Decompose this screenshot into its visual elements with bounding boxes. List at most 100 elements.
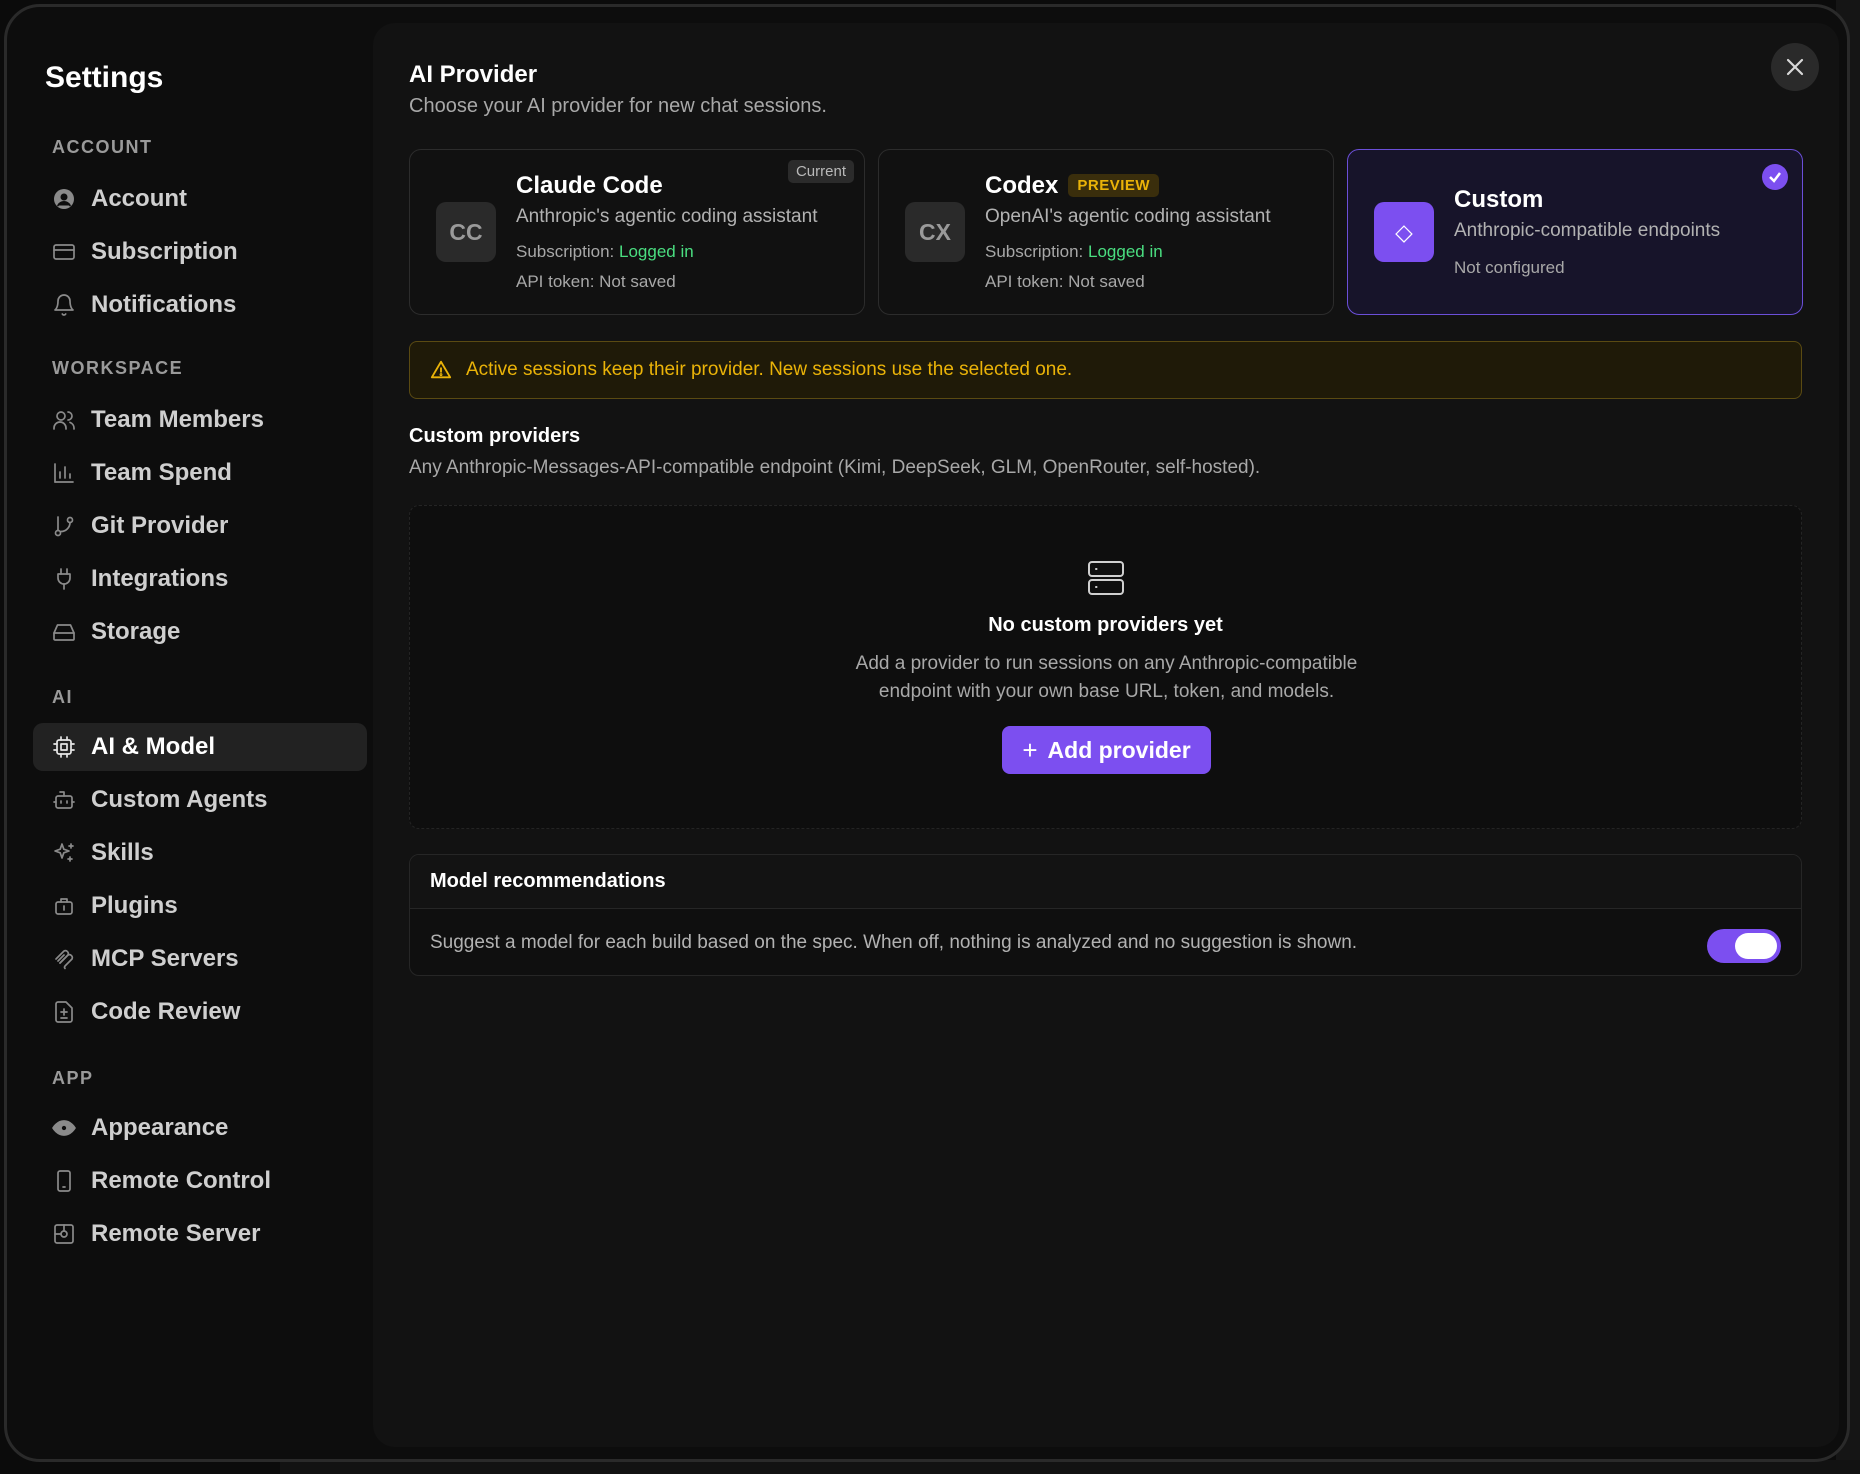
alert-text: Active sessions keep their provider. New… (466, 359, 1073, 380)
custom-providers-empty-state: No custom providers yet Add a provider t… (409, 505, 1802, 829)
preview-badge: PREVIEW (1068, 174, 1160, 197)
add-provider-button[interactable]: + Add provider (1002, 726, 1211, 774)
page-title: AI Provider (409, 61, 538, 88)
bar-chart-icon (51, 460, 77, 486)
sidebar-item-label: Team Spend (91, 459, 232, 486)
model-recommendations-header: Model recommendations (410, 855, 1801, 909)
group-label-workspace: WORKSPACE (52, 358, 184, 378)
bell-icon (51, 292, 77, 318)
model-recommendations-panel: Model recommendations Suggest a model fo… (409, 854, 1802, 976)
hard-drive-icon (51, 619, 77, 645)
bot-icon (51, 787, 77, 813)
puzzle-icon (51, 893, 77, 919)
sidebar-item-storage[interactable]: Storage (33, 608, 367, 656)
group-label-account: ACCOUNT (52, 137, 153, 157)
sidebar-item-account[interactable]: Account (33, 175, 367, 223)
page-subtitle: Choose your AI provider for new chat ses… (409, 95, 827, 117)
empty-state-description: Add a provider to run sessions on any An… (855, 653, 1358, 702)
group-label-ai: AI (52, 687, 73, 707)
sidebar-item-code-review[interactable]: Code Review (33, 988, 367, 1036)
provider-card-claude-code[interactable]: CC Claude Code Anthropic's agentic codin… (409, 149, 865, 315)
provider-avatar: CC (436, 202, 496, 262)
token-status: API token: Not saved (985, 272, 1145, 291)
close-button[interactable] (1771, 43, 1819, 91)
sidebar-item-label: Subscription (91, 238, 238, 265)
provider-name: Claude Code (516, 172, 663, 199)
sidebar-item-custom-agents[interactable]: Custom Agents (33, 776, 367, 824)
check-icon (1762, 164, 1788, 190)
logged-in-text: Logged in (1088, 242, 1163, 261)
current-badge: Current (787, 160, 854, 183)
user-circle-icon (51, 186, 77, 212)
sidebar-item-remote-control[interactable]: Remote Control (33, 1157, 367, 1205)
settings-title: Settings (45, 61, 164, 94)
provider-avatar: CX (905, 202, 965, 262)
sidebar-item-label: MCP Servers (91, 945, 239, 972)
warning-icon (430, 360, 452, 379)
provider-name: Custom (1454, 186, 1544, 213)
custom-providers-subtitle: Any Anthropic-Messages-API-compatible en… (409, 457, 1261, 478)
empty-state-title: No custom providers yet (988, 614, 1223, 636)
sidebar-item-label: Team Members (91, 406, 264, 433)
settings-modal: Settings ACCOUNT Account Subscription No… (4, 4, 1850, 1462)
diamond-icon: ◇ (1374, 202, 1434, 262)
provider-description: Anthropic's agentic coding assistant (516, 206, 818, 227)
sidebar-item-team-spend[interactable]: Team Spend (33, 449, 367, 497)
sidebar-item-label: Plugins (91, 892, 178, 919)
sidebar-item-skills[interactable]: Skills (33, 829, 367, 877)
sparkles-icon (51, 840, 77, 866)
sidebar-item-ai-model[interactable]: AI & Model (33, 723, 367, 771)
sidebar-item-label: Integrations (91, 565, 229, 592)
sidebar-item-notifications[interactable]: Notifications (33, 281, 367, 329)
sidebar-item-label: Remote Control (91, 1167, 271, 1194)
group-label-app: APP (52, 1068, 94, 1088)
sidebar-item-appearance[interactable]: Appearance (33, 1104, 367, 1152)
provider-status: Not configured (1454, 258, 1565, 277)
sidebar-item-mcp-servers[interactable]: MCP Servers (33, 935, 367, 983)
custom-providers-title: Custom providers (409, 425, 581, 447)
sidebar-item-integrations[interactable]: Integrations (33, 555, 367, 603)
sidebar-item-label: Git Provider (91, 512, 229, 539)
model-recommendations-body: Suggest a model for each build based on … (430, 909, 1358, 975)
sidebar-item-plugins[interactable]: Plugins (33, 882, 367, 930)
model-recommendations-description: Suggest a model for each build based on … (430, 932, 1358, 953)
file-diff-icon (51, 999, 77, 1025)
server-icon (51, 1221, 77, 1247)
sidebar-item-label: Notifications (91, 291, 237, 318)
sidebar-item-label: Account (91, 185, 187, 212)
logged-in-text: Logged in (619, 242, 694, 261)
provider-description: OpenAI's agentic coding assistant (985, 206, 1271, 227)
provider-description: Anthropic-compatible endpoints (1454, 220, 1721, 241)
mcp-icon (51, 946, 77, 972)
sidebar-item-team-members[interactable]: Team Members (33, 396, 367, 444)
eye-icon (51, 1115, 77, 1141)
cpu-icon (51, 734, 77, 760)
sidebar-item-subscription[interactable]: Subscription (33, 228, 367, 276)
smartphone-icon (51, 1168, 77, 1194)
settings-content: AI Provider Choose your AI provider for … (373, 23, 1839, 1447)
model-recommendations-toggle[interactable] (1707, 929, 1781, 963)
model-recommendations-title: Model recommendations (430, 870, 666, 892)
sidebar-item-label: Remote Server (91, 1220, 261, 1247)
sidebar-item-git-provider[interactable]: Git Provider (33, 502, 367, 550)
server-icon (1086, 558, 1126, 598)
sidebar-item-remote-server[interactable]: Remote Server (33, 1210, 367, 1258)
sidebar-item-label: Code Review (91, 998, 241, 1025)
close-icon (1786, 58, 1804, 76)
plug-icon (51, 566, 77, 592)
provider-name: Codex (985, 172, 1059, 199)
provider-card-custom[interactable]: ◇ Custom Anthropic-compatible endpoints … (1347, 149, 1803, 315)
settings-sidebar: Settings ACCOUNT Account Subscription No… (7, 7, 373, 1459)
git-branch-icon (51, 513, 77, 539)
provider-name-row: Codex PREVIEW (985, 172, 1160, 200)
background-app-footer (280, 1460, 1860, 1474)
sidebar-item-label: Skills (91, 839, 154, 866)
subscription-status: Subscription: Logged in (516, 242, 694, 261)
sidebar-item-label: Appearance (91, 1114, 229, 1141)
info-alert: Active sessions keep their provider. New… (409, 341, 1802, 399)
provider-card-codex[interactable]: CX Codex PREVIEW OpenAI's agentic coding … (878, 149, 1334, 315)
sidebar-item-label: AI & Model (91, 733, 215, 760)
sidebar-item-label: Storage (91, 618, 181, 645)
add-provider-label: Add provider (1047, 736, 1191, 763)
credit-card-icon (51, 239, 77, 265)
